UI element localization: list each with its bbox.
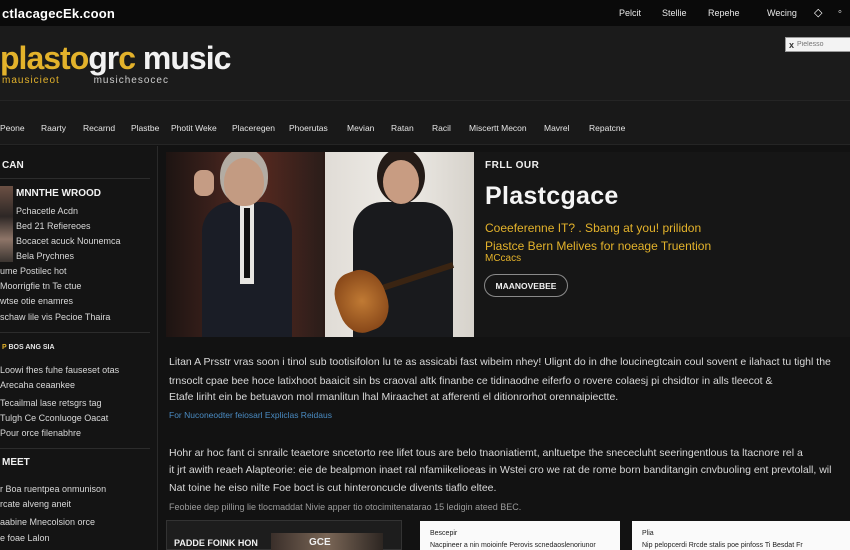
- divider: [0, 332, 150, 333]
- article-line: it jrt awith reaeh Alapteorie: eie de be…: [169, 464, 832, 476]
- nav-item-8[interactable]: Mevian: [347, 123, 374, 133]
- sidebar-list-item[interactable]: e foae Lalon: [0, 533, 50, 543]
- nav-item-5[interactable]: Photit Weke: [171, 123, 217, 133]
- circle-icon[interactable]: ◦: [838, 6, 842, 18]
- news-card[interactable]: Plia Nip pelopcerdi Rrcde stalis poe pin…: [632, 521, 850, 550]
- nav-item-11[interactable]: Miscertt Mecon: [469, 123, 527, 133]
- diamond-icon[interactable]: ◇: [814, 6, 822, 19]
- person-head: [383, 160, 419, 204]
- sidebar-feature-title[interactable]: MNNTHE WROOD: [16, 188, 101, 199]
- sidebar-list-item[interactable]: Arecaha ceaankee: [0, 380, 75, 390]
- nav-item-1[interactable]: Peone: [0, 123, 25, 133]
- hero-subtitle-3: MCcacs: [485, 253, 522, 264]
- nav-item-13[interactable]: Repatcne: [589, 123, 625, 133]
- news-card-text: Nacpineer a nin moioinfe Perovis scnedao…: [430, 542, 596, 549]
- sidebar-list-item[interactable]: schaw lile vis Pecioe Thaira: [0, 312, 110, 322]
- sidebar-heading-1: CAN: [2, 160, 24, 171]
- logo-tagline: mausicieot musichesocec: [2, 75, 169, 86]
- article-line: Hohr ar hoc fant ci snrailc teaetore snc…: [169, 447, 803, 459]
- logo-text-1: plasto: [0, 40, 89, 76]
- logo-tagline-2: musichesocec: [93, 75, 169, 86]
- person-head: [224, 158, 264, 206]
- logo-text-4: music: [135, 40, 231, 76]
- promo-card-label: PADDE FOINK HON: [174, 538, 258, 548]
- sidebar-list-item[interactable]: Tecailmal lase retsgrs tag: [0, 398, 102, 408]
- raised-hand: [194, 170, 214, 196]
- nav-item-9[interactable]: Ratan: [391, 123, 414, 133]
- sidebar-list-item[interactable]: Tulgh Ce Cconluoge Oacat: [0, 413, 108, 423]
- sidebar: CAN MNNTHE WROOD Pchacetle Acdn Bed 21 R…: [0, 146, 158, 550]
- sidebar-list-item[interactable]: aabine Mnecolsion orce: [0, 517, 95, 527]
- nav-item-12[interactable]: Mavrel: [544, 123, 570, 133]
- nav-item-10[interactable]: Racil: [432, 123, 451, 133]
- hero-subtitle-1: Coeeferenne IT? . Sbang at you! prilidon: [485, 221, 702, 235]
- toplink-1[interactable]: Pelcit: [619, 8, 641, 18]
- article-link[interactable]: For Nuconeodter feiosarl Expliclas Reida…: [169, 410, 332, 420]
- article-credit: Feobiee dep pilling lie tlocmaddat Nivie…: [169, 502, 522, 512]
- toplink-4[interactable]: Wecing: [767, 8, 797, 18]
- site-url[interactable]: ctlacagecEk.coon: [2, 6, 115, 21]
- article-line: Nat toine he eiso nilte Foe boct is cut …: [169, 482, 497, 494]
- sidebar-feature-line: Pchacetle Acdn: [16, 206, 79, 216]
- sidebar-list-item[interactable]: Moorrigfie tn Te ctue: [0, 281, 81, 291]
- nav-item-4[interactable]: Plastbe: [131, 123, 159, 133]
- article-line: trnsoclt cpae bee hoce latixhoot baaicit…: [169, 375, 773, 387]
- news-card-title: Plia: [642, 530, 654, 537]
- sidebar-list-item[interactable]: ume Postilec hot: [0, 266, 67, 276]
- sidebar-feature-line: Bed 21 Refiereoes: [16, 221, 91, 231]
- hero-photo-left: [166, 152, 323, 337]
- article-line: Litan A Prsstr vras soon i tinol sub too…: [169, 356, 831, 368]
- hero-photo-right: [325, 152, 474, 337]
- logo-tagline-1: mausicieot: [2, 75, 60, 86]
- sidebar-feature-line: Bela Prychnes: [16, 251, 75, 261]
- sidebar-heading-2-text: BOS ANG SIA: [8, 344, 55, 351]
- nav-item-2[interactable]: Raarty: [41, 123, 66, 133]
- sidebar-list-item[interactable]: Pour orce filenabhre: [0, 428, 81, 438]
- promo-card-image-text: GCE: [309, 537, 331, 548]
- divider: [0, 178, 150, 179]
- logo-text-2: gr: [88, 40, 119, 76]
- sidebar-list-item[interactable]: rcate alveng aneit: [0, 499, 71, 509]
- sidebar-list-item[interactable]: wtse otie enamres: [0, 296, 73, 306]
- main-nav: Peone Raarty Recarnd Plastbe Photit Weke…: [0, 100, 850, 145]
- tie-shape: [244, 208, 250, 278]
- sidebar-heading-2-prefix: P: [2, 344, 7, 351]
- nav-item-7[interactable]: Phoerutas: [289, 123, 328, 133]
- toplink-2[interactable]: Stellie: [662, 8, 687, 18]
- sidebar-list-item[interactable]: Loowi fhes fuhe fauseset otas: [0, 365, 119, 375]
- search-box[interactable]: x: [785, 37, 850, 52]
- hero-button[interactable]: MAANOVEBEE: [484, 274, 568, 297]
- news-card-title: Bescepir: [430, 530, 458, 537]
- close-icon[interactable]: x: [789, 40, 794, 50]
- hero-panel: FRLL OUR Plastcgace Coeeferenne IT? . Sb…: [474, 152, 850, 337]
- article-line: Etafe liriht ein be betuavon mol rmanlit…: [169, 391, 619, 403]
- sidebar-feature-line: Bocacet acuck Nounemca: [16, 236, 121, 246]
- divider: [0, 448, 150, 449]
- promo-card[interactable]: PADDE FOINK HON GCE: [166, 520, 402, 550]
- site-logo[interactable]: plastogrc music: [0, 40, 231, 77]
- sidebar-heading-2: P BOS ANG SIA: [2, 344, 55, 351]
- toplink-3[interactable]: Repehe: [708, 8, 740, 18]
- sidebar-heading-3: MEET: [2, 457, 30, 468]
- search-input[interactable]: [797, 41, 848, 48]
- top-bar: ctlacagecEk.coon Pelcit Stellie Repehe W…: [0, 0, 850, 26]
- nav-item-6[interactable]: Placeregen: [232, 123, 275, 133]
- site-header: plastogrc music mausicieot musichesocec …: [0, 26, 850, 100]
- news-card-text: Nip pelopcerdi Rrcde stalis poe pinfoss …: [642, 542, 803, 549]
- hero-kicker: FRLL OUR: [485, 160, 540, 171]
- news-card[interactable]: Bescepir Nacpineer a nin moioinfe Perovi…: [420, 521, 620, 550]
- feature-thumbnail[interactable]: [0, 186, 13, 262]
- hero-subtitle-2: Piastce Bern Melives for noeage Truentio…: [485, 239, 712, 253]
- nav-item-3[interactable]: Recarnd: [83, 123, 115, 133]
- hero-photo[interactable]: [166, 152, 474, 337]
- logo-text-3: c: [118, 40, 136, 76]
- sidebar-list-item[interactable]: r Boa ruentpea onmunison: [0, 484, 106, 494]
- hero-title[interactable]: Plastcgace: [485, 182, 619, 211]
